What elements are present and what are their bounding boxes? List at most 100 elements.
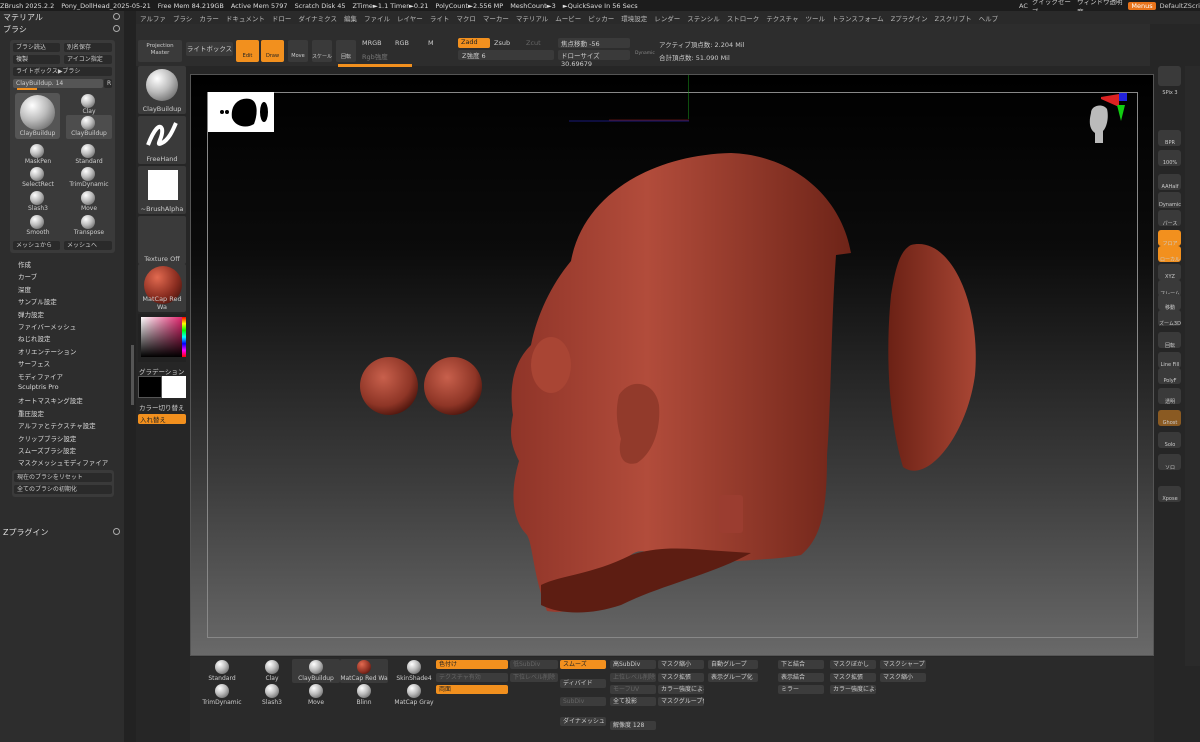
draw-mode-button[interactable]: Draw xyxy=(261,40,284,62)
brush-selectrect[interactable]: SelectRect xyxy=(15,166,61,190)
brush-trimdynamic[interactable]: TrimDynamic xyxy=(66,166,112,190)
shelf-button[interactable]: Xpose xyxy=(1158,486,1181,502)
shelf-button[interactable]: 移動 xyxy=(1158,294,1181,311)
shelf-button[interactable]: Ghost xyxy=(1158,410,1181,426)
zcut-button[interactable]: Zcut xyxy=(526,39,541,47)
brush-submenu-item[interactable]: アルファとテクスチャ設定 xyxy=(18,420,96,430)
col4-button[interactable]: 解像度 128 xyxy=(610,721,656,730)
mrgb-button[interactable]: MRGB xyxy=(362,39,382,47)
col3-button[interactable]: ダイナメッシュ xyxy=(560,717,606,726)
brush-submenu-item[interactable]: スムーズブラシ設定 xyxy=(18,445,76,455)
shelf-button[interactable]: BPR xyxy=(1158,130,1181,146)
lightbox-brush-button[interactable]: ライトボックス▶ブラシ xyxy=(13,67,112,76)
menu-1[interactable]: ブラシ xyxy=(173,13,192,23)
col4-button[interactable]: 高SubDiv xyxy=(610,660,656,669)
brush-claybuildup[interactable]: ClayBuildup xyxy=(66,115,112,139)
shelf-button[interactable]: PolyF xyxy=(1158,368,1181,384)
layout-selector[interactable]: DefaultZScri xyxy=(1160,2,1200,10)
menu-12[interactable]: マテリアル xyxy=(516,13,548,23)
spix-readout[interactable]: SPix 3 xyxy=(1155,90,1185,96)
brush-submenu-item[interactable]: サーフェス xyxy=(18,358,50,368)
zadd-button[interactable]: Zadd xyxy=(458,38,490,48)
scale-mode-button[interactable]: スケール xyxy=(312,40,332,62)
menu-19[interactable]: テクスチャ xyxy=(766,13,798,23)
rotate-mode-button[interactable]: 回転 xyxy=(336,40,356,62)
reset-all-brushes-button[interactable]: 全てのブラシの初期化 xyxy=(14,485,112,494)
quick-trimdynamic[interactable]: TrimDynamic xyxy=(198,683,246,707)
palette-config-icon[interactable] xyxy=(113,25,120,32)
menu-14[interactable]: ピッカー xyxy=(588,13,614,23)
save-as-button[interactable]: 別名保存 xyxy=(64,43,112,52)
quick-matcap-red-wa[interactable]: MatCap Red Wa xyxy=(340,659,388,683)
menu-13[interactable]: ムービー xyxy=(555,13,581,23)
brush-submenu-item[interactable]: カーブ xyxy=(18,271,37,281)
eyeball-left[interactable] xyxy=(360,357,418,415)
brush-clay[interactable]: Clay xyxy=(66,93,112,117)
shelf-button[interactable]: フロア xyxy=(1158,230,1181,247)
brush-smooth[interactable]: Smooth xyxy=(15,214,61,238)
col7-button[interactable]: 下と結合 xyxy=(778,660,824,669)
material-palette-header[interactable]: マテリアル xyxy=(0,11,124,23)
set-icon-button[interactable]: アイコン指定 xyxy=(64,55,112,64)
projection-master-button[interactable]: Projection Master xyxy=(138,40,182,62)
col6-button[interactable]: 表示グループ化 xyxy=(708,673,758,682)
shelf-button[interactable]: 100% xyxy=(1158,150,1181,166)
zsub-button[interactable]: Zsub xyxy=(494,39,510,47)
col1-button[interactable]: テクスチャ有効 xyxy=(436,673,508,682)
brush-submenu-item[interactable]: オートマスキング設定 xyxy=(18,395,83,405)
shelf-button[interactable]: AAHalf xyxy=(1158,174,1181,190)
current-brush-thumb[interactable]: ClayBuildup xyxy=(15,93,60,139)
gradient-label[interactable]: グラデーション xyxy=(139,366,184,376)
brush-submenu-item[interactable]: 作成 xyxy=(18,259,31,269)
menu-21[interactable]: トランスフォーム xyxy=(832,13,884,23)
to-mesh-button[interactable]: メッシュへ xyxy=(64,241,112,250)
quick-slash3[interactable]: Slash3 xyxy=(248,683,296,707)
menu-24[interactable]: ヘルプ xyxy=(979,13,999,23)
edit-mode-button[interactable]: Edit xyxy=(236,40,259,62)
brush-transpose[interactable]: Transpose xyxy=(66,214,112,238)
right-tray-divider[interactable] xyxy=(1185,66,1200,666)
quick-standard[interactable]: Standard xyxy=(198,659,246,683)
brush-submenu-item[interactable]: 重圧設定 xyxy=(18,408,44,418)
shelf-button[interactable]: ソロ xyxy=(1158,454,1181,471)
col8-button[interactable]: マスク拡張 xyxy=(830,673,876,682)
brush-submenu-item[interactable]: マスクメッシュモディファイア xyxy=(18,457,108,467)
load-brush-button[interactable]: ブラシ読込 xyxy=(13,43,60,52)
brush-submenu-item[interactable]: オリエンテーション xyxy=(18,346,76,356)
brush-submenu-item[interactable]: ファイバーメッシュ xyxy=(18,321,76,331)
col4-button[interactable]: 上位レベル削除 xyxy=(610,673,656,682)
secondary-color-swatch[interactable] xyxy=(138,376,162,398)
focal-shift-slider[interactable]: 焦点移動 -56 xyxy=(558,38,630,48)
alpha-select-tile[interactable]: ~BrushAlpha xyxy=(138,166,186,214)
col8-button[interactable]: マスクぼかし xyxy=(830,660,876,669)
col1-button[interactable]: 両面 xyxy=(436,685,508,694)
replace-button[interactable]: 入れ替え xyxy=(138,414,186,424)
left-tray-divider[interactable] xyxy=(124,11,136,742)
col1-button[interactable]: 色付け xyxy=(436,660,508,669)
menu-8[interactable]: レイヤー xyxy=(397,13,423,23)
col5-button[interactable]: マスクグループ化 xyxy=(658,697,704,706)
shelf-button[interactable]: Solo xyxy=(1158,432,1181,448)
quick-clay[interactable]: Clay xyxy=(248,659,296,683)
brush-maskpen[interactable]: MaskPen xyxy=(15,143,61,167)
brush-submenu-item[interactable]: クリップブラシ設定 xyxy=(18,433,76,443)
quick-matcap-gray[interactable]: MatCap Gray xyxy=(390,683,438,707)
shelf-button[interactable]: 回転 xyxy=(1158,332,1181,349)
menu-5[interactable]: ダイナミクス xyxy=(298,13,337,23)
shelf-button[interactable]: Line Fill xyxy=(1158,352,1181,368)
lightbox-button[interactable]: ライトボックス xyxy=(186,42,233,56)
r-button[interactable]: R xyxy=(104,79,112,88)
col2-button[interactable]: 下位レベル削除 xyxy=(510,673,558,682)
brush-submenu-item[interactable]: ねじれ設定 xyxy=(18,333,51,343)
col5-button[interactable]: マスク拡張 xyxy=(658,673,704,682)
col4-button[interactable]: 全て投影 xyxy=(610,697,656,706)
palette-config-icon[interactable] xyxy=(113,13,120,20)
stroke-select-tile[interactable]: FreeHand xyxy=(138,116,186,164)
col6-button[interactable]: 自動グループ xyxy=(708,660,758,669)
menu-11[interactable]: マーカー xyxy=(483,13,509,23)
col3-button[interactable]: スムーズ xyxy=(560,660,606,669)
from-mesh-button[interactable]: メッシュから xyxy=(13,241,60,250)
rgb-intensity-slider[interactable]: Rgb強度 xyxy=(362,51,388,61)
brush-submenu-item[interactable]: 深度 xyxy=(18,284,31,294)
menu-7[interactable]: ファイル xyxy=(364,13,390,23)
